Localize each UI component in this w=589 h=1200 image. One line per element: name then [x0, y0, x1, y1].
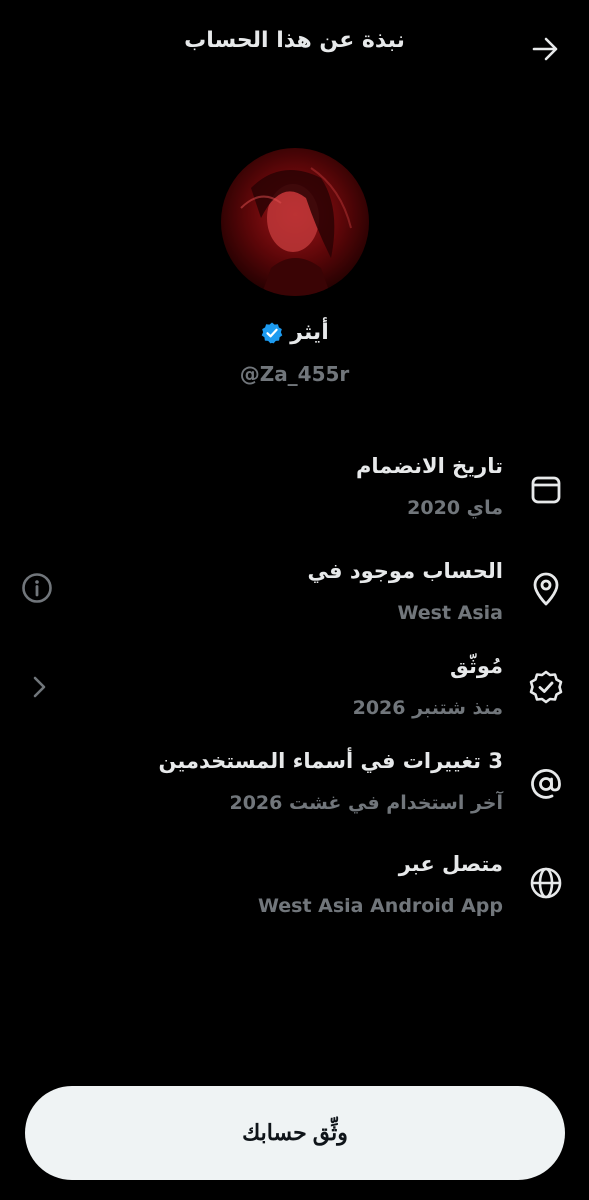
- verify-account-button[interactable]: وثِّق حسابك: [25, 1086, 565, 1180]
- info-item-location: الحساب موجود في West Asia: [83, 557, 503, 627]
- location-pin-icon: [533, 572, 559, 606]
- info-title: الحساب موجود في: [307, 559, 503, 583]
- at-sign-icon: [531, 769, 561, 799]
- info-title: متصل عبر: [398, 852, 503, 876]
- info-title: تاريخ الانضمام: [356, 454, 503, 478]
- verified-badge-outline-icon: [529, 670, 563, 704]
- info-item-joined: تاريخ الانضمام ماي 2020: [83, 452, 503, 522]
- info-item-connected-via: متصل عبر West Asia Android App: [83, 850, 503, 920]
- info-value: منذ شتنبر 2026: [352, 697, 503, 719]
- page-title: نبذة عن هذا الحساب: [184, 28, 405, 53]
- info-item-verified: مُوثّق منذ شتنبر 2026: [83, 652, 503, 722]
- info-value: آخر استخدام في غشت 2026: [229, 792, 503, 814]
- info-value: West Asia Android App: [257, 895, 503, 917]
- verified-badge-icon[interactable]: [260, 321, 284, 345]
- globe-icon: [530, 867, 562, 899]
- info-value: West Asia: [397, 602, 503, 624]
- username-handle: @Za_455r: [239, 362, 350, 386]
- info-title: 3 تغييرات في أسماء المستخدمين: [158, 749, 503, 773]
- info-value: ماي 2020: [407, 497, 503, 519]
- profile-photo: [221, 148, 369, 296]
- arrow-right-icon[interactable]: [530, 34, 560, 64]
- calendar-icon: [531, 476, 561, 504]
- info-item-username-changes: 3 تغييرات في أسماء المستخدمين آخر استخدا…: [83, 747, 503, 817]
- profile-name-row: أيثر: [0, 320, 589, 345]
- chevron-left-icon[interactable]: [24, 671, 56, 703]
- avatar[interactable]: [221, 148, 369, 296]
- display-name: أيثر: [290, 320, 329, 345]
- info-title: مُوثّق: [450, 654, 503, 678]
- info-circle-icon[interactable]: [21, 572, 53, 604]
- verify-account-label: وثِّق حسابك: [242, 1120, 348, 1145]
